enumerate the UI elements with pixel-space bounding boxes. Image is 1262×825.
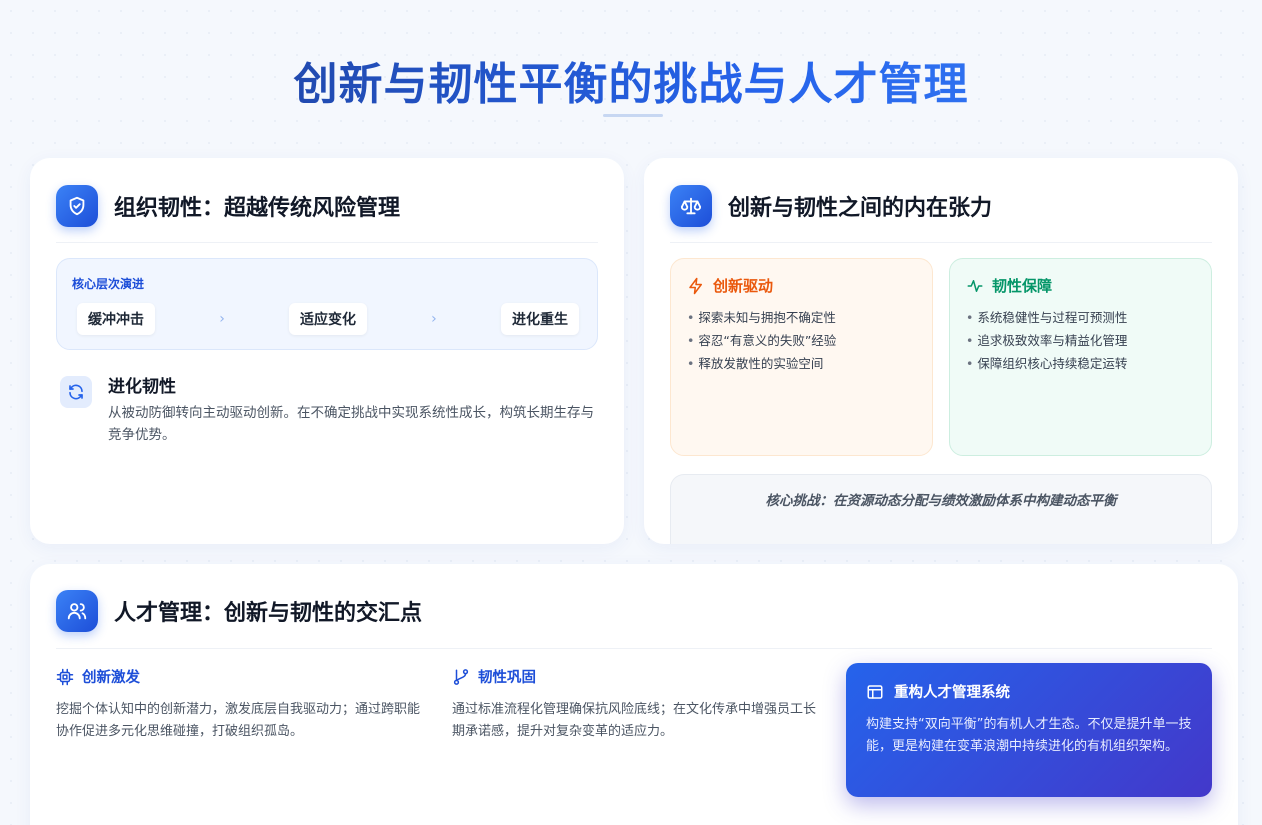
innovation-stimulation-col: 创新激发 挖掘个体认知中的创新潜力，激发底层自我驱动力；通过跨职能协作促进多元化… xyxy=(56,666,426,743)
talent-card-header: 人才管理：创新与韧性的交汇点 xyxy=(56,590,422,632)
chevron-right-icon: › xyxy=(431,311,437,327)
list-item: 保障组织核心持续稳定运转 xyxy=(966,352,1195,375)
evolution-step: 缓冲冲击 xyxy=(77,303,155,335)
resilience-card-divider xyxy=(56,242,598,243)
tension-card-header: 创新与韧性之间的内在张力 xyxy=(670,185,992,227)
resilience-card: 组织韧性：超越传统风险管理 核心层次演进 缓冲冲击 › 适应变化 › 进化重生 … xyxy=(30,158,624,544)
rebuild-talent-system-box: 重构人才管理系统 构建支持“双向平衡”的有机人才生态。不仅是提升单一技能，更是构… xyxy=(846,663,1212,797)
rebuild-head: 重构人才管理系统 xyxy=(866,681,1192,702)
page-title: 创新与韧性平衡的挑战与人才管理 xyxy=(0,48,1262,112)
core-challenge-text: 核心挑战：在资源动态分配与绩效激励体系中构建动态平衡 xyxy=(765,493,1117,509)
pulse-icon xyxy=(967,279,983,292)
list-item: 追求极致效率与精益化管理 xyxy=(966,329,1195,352)
feature-title: 进化韧性 xyxy=(108,377,176,397)
evolution-step: 进化重生 xyxy=(500,303,579,335)
layout-icon xyxy=(867,684,883,699)
evolution-step: 适应变化 xyxy=(288,303,367,335)
resilience-consolidation-head: 韧性巩固 xyxy=(452,666,822,687)
refresh-icon xyxy=(60,376,92,408)
rebuild-title: 重构人才管理系统 xyxy=(894,685,1010,701)
lightning-icon xyxy=(689,277,702,294)
list-item: 探索未知与拥抱不确定性 xyxy=(687,306,916,329)
list-item: 系统稳健性与过程可预测性 xyxy=(966,306,1195,329)
feature-desc: 从被动防御转向主动驱动创新。在不确定挑战中实现系统性成长，构筑长期生存与竞争优势… xyxy=(108,405,594,443)
evolution-box: 核心层次演进 缓冲冲击 › 适应变化 › 进化重生 xyxy=(56,258,598,350)
shield-check-icon xyxy=(56,185,98,227)
evolution-steps: 缓冲冲击 › 适应变化 › 进化重生 xyxy=(77,303,579,335)
evolution-label: 核心层次演进 xyxy=(72,277,145,291)
resilience-guarantee-title: 韧性保障 xyxy=(992,277,1053,295)
core-challenge-box: 核心挑战：在资源动态分配与绩效激励体系中构建动态平衡 xyxy=(670,474,1212,544)
balance-scale-icon xyxy=(670,185,712,227)
cpu-chip-icon xyxy=(56,668,74,685)
innovation-drive-panel: 创新驱动 探索未知与拥抱不确定性 容忍“有意义的失败”经验 释放发散性的实验空间 xyxy=(670,258,933,456)
rebuild-desc: 构建支持“双向平衡”的有机人才生态。不仅是提升单一技能，更是构建在变革浪潮中持续… xyxy=(866,717,1192,754)
tension-card: 创新与韧性之间的内在张力 创新驱动 探索未知与拥抱不确定性 容忍“有意义的失败”… xyxy=(644,158,1238,544)
innovation-drive-head: 创新驱动 xyxy=(687,275,916,296)
list-item: 容忍“有意义的失败”经验 xyxy=(687,329,916,352)
innovation-drive-list: 探索未知与拥抱不确定性 容忍“有意义的失败”经验 释放发散性的实验空间 xyxy=(687,306,916,375)
talent-card-divider xyxy=(56,648,1212,649)
resilience-consolidation-desc: 通过标准流程化管理确保抗风险底线；在文化传承中增强员工长期承诺感，提升对复杂变革… xyxy=(452,702,817,739)
chevron-right-icon: › xyxy=(219,311,225,327)
innovation-stimulation-desc: 挖掘个体认知中的创新潜力，激发底层自我驱动力；通过跨职能协作促进多元化思维碰撞，… xyxy=(56,702,421,739)
resilience-guarantee-head: 韧性保障 xyxy=(966,275,1195,296)
innovation-stimulation-title: 创新激发 xyxy=(82,670,140,686)
talent-card-title: 人才管理：创新与韧性的交汇点 xyxy=(114,601,423,626)
innovation-drive-title: 创新驱动 xyxy=(713,277,774,295)
resilience-guarantee-list: 系统稳健性与过程可预测性 追求极致效率与精益化管理 保障组织核心持续稳定运转 xyxy=(966,306,1195,375)
resilience-guarantee-panel: 韧性保障 系统稳健性与过程可预测性 追求极致效率与精益化管理 保障组织核心持续稳… xyxy=(949,258,1212,456)
tension-card-divider xyxy=(670,242,1212,243)
tension-card-title: 创新与韧性之间的内在张力 xyxy=(728,196,993,221)
git-branch-icon xyxy=(453,668,469,685)
resilience-card-title: 组织韧性：超越传统风险管理 xyxy=(114,196,401,221)
innovation-stimulation-head: 创新激发 xyxy=(56,666,426,687)
resilience-card-header: 组织韧性：超越传统风险管理 xyxy=(56,185,400,227)
talent-card: 人才管理：创新与韧性的交汇点 创新激发 挖掘个体认知中的创新潜力，激发底层自我驱… xyxy=(30,564,1238,825)
users-icon xyxy=(56,590,98,632)
resilience-consolidation-col: 韧性巩固 通过标准流程化管理确保抗风险底线；在文化传承中增强员工长期承诺感，提升… xyxy=(452,666,822,743)
resilience-consolidation-title: 韧性巩固 xyxy=(478,670,536,686)
title-underline xyxy=(603,114,663,117)
list-item: 释放发散性的实验空间 xyxy=(687,352,916,375)
